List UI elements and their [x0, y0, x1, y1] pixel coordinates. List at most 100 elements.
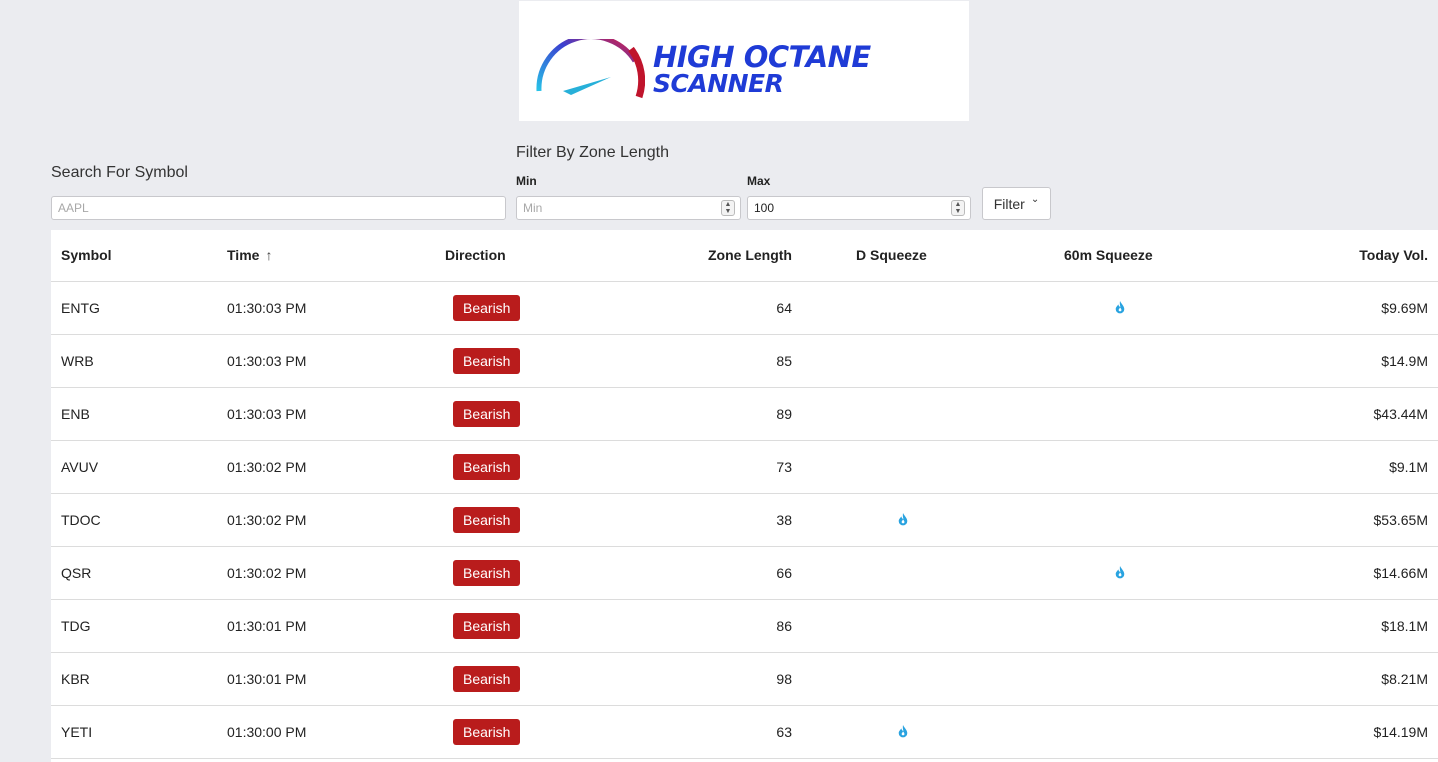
cell-60m-squeeze — [1002, 334, 1227, 388]
cell-direction: Bearish — [422, 652, 617, 706]
cell-60m-squeeze — [1002, 281, 1227, 335]
spin-up-icon[interactable]: ▲ — [955, 201, 962, 208]
symbol-search-input[interactable] — [51, 196, 506, 220]
cell-60m-squeeze — [1002, 546, 1227, 600]
cell-zone-length: 73 — [617, 440, 802, 494]
cell-d-squeeze — [802, 493, 1002, 547]
cell-time: 01:30:03 PM — [217, 387, 422, 441]
results-table: Symbol Time ↑ Direction Zone Length D Squ… — [51, 230, 1438, 762]
cell-direction: Bearish — [422, 387, 617, 441]
spin-up-icon[interactable]: ▲ — [725, 201, 732, 208]
header-d-squeeze[interactable]: D Squeeze — [802, 230, 1002, 282]
flame-drop-icon — [897, 724, 911, 740]
logo-subtitle: SCANNER — [653, 69, 784, 98]
cell-zone-length: 66 — [617, 546, 802, 600]
flame-drop-icon — [897, 512, 911, 528]
table-row[interactable]: ENB 01:30:03 PM Bearish 89 $43.44M — [51, 387, 1438, 441]
cell-zone-length: 89 — [617, 387, 802, 441]
header-symbol[interactable]: Symbol — [51, 230, 217, 282]
max-spinner[interactable]: ▲ ▼ — [951, 200, 965, 216]
table-row[interactable]: AVUV 01:30:02 PM Bearish 73 $9.1M — [51, 440, 1438, 494]
cell-d-squeeze — [802, 705, 1002, 759]
chevron-down-icon: ⌄ — [1030, 194, 1040, 205]
flame-drop-icon — [1114, 300, 1128, 316]
cell-60m-squeeze — [1002, 652, 1227, 706]
cell-direction: Bearish — [422, 281, 617, 335]
direction-badge: Bearish — [453, 612, 521, 639]
cell-time: 01:30:01 PM — [217, 652, 422, 706]
cell-zone-length: 63 — [617, 705, 802, 759]
cell-today-vol: $14.66M — [1227, 546, 1438, 600]
header-direction-label: Direction — [445, 247, 506, 264]
cell-today-vol: $14.9M — [1227, 334, 1438, 388]
header-60m-squeeze[interactable]: 60m Squeeze — [1002, 230, 1227, 282]
filter-button[interactable]: Filter ⌄ — [982, 187, 1051, 220]
cell-time: 01:30:00 PM — [217, 705, 422, 759]
cell-time: 01:30:02 PM — [217, 546, 422, 600]
cell-today-vol: $18.1M — [1227, 599, 1438, 653]
cell-today-vol: $14.19M — [1227, 705, 1438, 759]
header-time-label: Time — [227, 247, 260, 264]
speedometer-logo-icon — [536, 39, 645, 99]
max-zone-input[interactable] — [748, 197, 938, 219]
arrow-up-icon: ↑ — [265, 247, 273, 264]
cell-symbol: TDOC — [51, 493, 217, 547]
spin-down-icon[interactable]: ▼ — [955, 208, 962, 215]
direction-badge: Bearish — [453, 453, 521, 480]
min-spinner[interactable]: ▲ ▼ — [721, 200, 735, 216]
cell-d-squeeze — [802, 546, 1002, 600]
cell-symbol: TDG — [51, 599, 217, 653]
header-zone-length[interactable]: Zone Length — [617, 230, 802, 282]
zone-filter-heading: Filter By Zone Length — [516, 144, 669, 161]
header-60m-squeeze-label: 60m Squeeze — [1064, 247, 1153, 264]
table-row[interactable]: KBR 01:30:01 PM Bearish 98 $8.21M — [51, 652, 1438, 706]
cell-direction: Bearish — [422, 546, 617, 600]
cell-d-squeeze — [802, 387, 1002, 441]
header-today-vol[interactable]: Today Vol. — [1227, 230, 1438, 282]
cell-time: 01:30:03 PM — [217, 334, 422, 388]
cell-60m-squeeze — [1002, 599, 1227, 653]
cell-symbol: ENB — [51, 387, 217, 441]
cell-time: 01:30:01 PM — [217, 599, 422, 653]
cell-60m-squeeze — [1002, 705, 1227, 759]
cell-symbol: KBR — [51, 652, 217, 706]
direction-badge: Bearish — [453, 559, 521, 586]
cell-direction: Bearish — [422, 599, 617, 653]
flame-drop-icon — [1114, 565, 1128, 581]
table-row[interactable]: WRB 01:30:03 PM Bearish 85 $14.9M — [51, 334, 1438, 388]
max-label: Max — [747, 174, 771, 188]
table-row[interactable]: TDG 01:30:01 PM Bearish 86 $18.1M — [51, 599, 1438, 653]
min-zone-input[interactable] — [517, 197, 707, 219]
cell-d-squeeze — [802, 440, 1002, 494]
cell-today-vol: $9.69M — [1227, 281, 1438, 335]
table-row[interactable]: QSR 01:30:02 PM Bearish 66 $14.66M — [51, 546, 1438, 600]
cell-60m-squeeze — [1002, 493, 1227, 547]
direction-badge: Bearish — [453, 294, 521, 321]
header-direction[interactable]: Direction — [422, 230, 617, 282]
spin-down-icon[interactable]: ▼ — [725, 208, 732, 215]
table-row[interactable]: YETI 01:30:00 PM Bearish 63 $14.19M — [51, 705, 1438, 759]
direction-badge: Bearish — [453, 400, 521, 427]
cell-today-vol: $43.44M — [1227, 387, 1438, 441]
logo: HIGH OCTANE SCANNER — [519, 1, 969, 121]
header-time[interactable]: Time ↑ — [217, 230, 422, 282]
min-label: Min — [516, 174, 537, 188]
header-symbol-label: Symbol — [61, 247, 112, 264]
search-label: Search For Symbol — [51, 164, 188, 181]
direction-badge: Bearish — [453, 506, 521, 533]
cell-symbol: ENTG — [51, 281, 217, 335]
cell-symbol: QSR — [51, 546, 217, 600]
cell-zone-length: 64 — [617, 281, 802, 335]
cell-direction: Bearish — [422, 440, 617, 494]
cell-60m-squeeze — [1002, 387, 1227, 441]
cell-d-squeeze — [802, 281, 1002, 335]
header-today-vol-label: Today Vol. — [1359, 247, 1428, 264]
cell-d-squeeze — [802, 599, 1002, 653]
cell-zone-length: 85 — [617, 334, 802, 388]
cell-time: 01:30:02 PM — [217, 440, 422, 494]
direction-badge: Bearish — [453, 347, 521, 374]
table-row[interactable]: TDOC 01:30:02 PM Bearish 38 $53.65M — [51, 493, 1438, 547]
table-row[interactable]: ENTG 01:30:03 PM Bearish 64 $9.69M — [51, 281, 1438, 335]
cell-direction: Bearish — [422, 705, 617, 759]
cell-zone-length: 98 — [617, 652, 802, 706]
